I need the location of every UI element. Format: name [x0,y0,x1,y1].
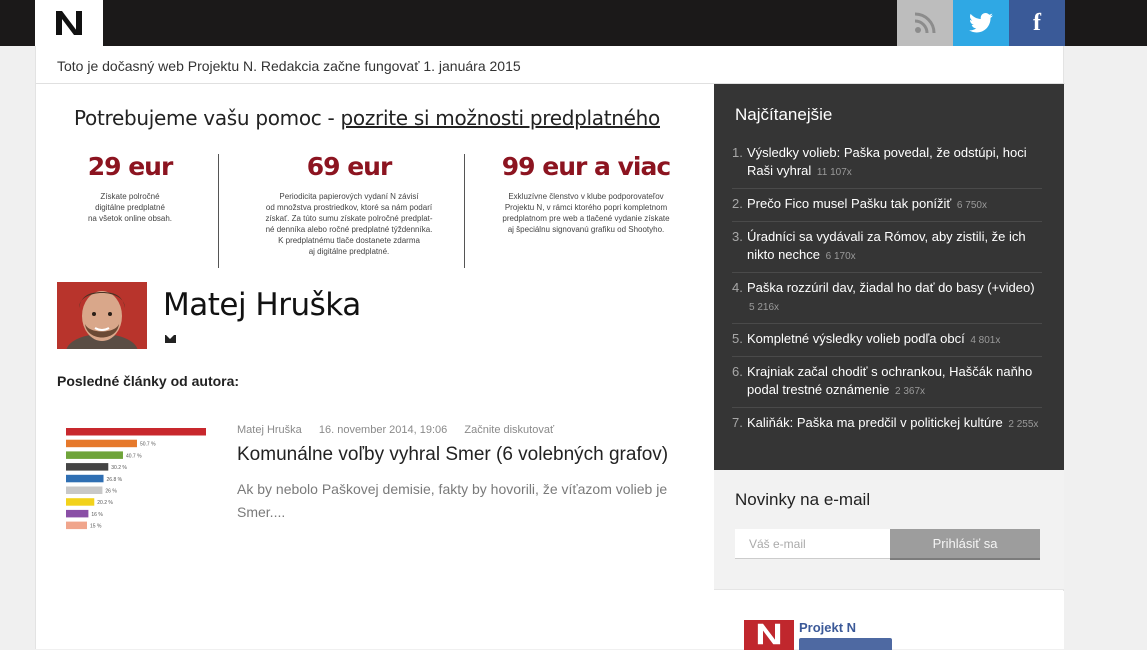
list-item-title[interactable]: Paška rozzúril dav, žiadal ho dať do bas… [747,280,1035,295]
donation-lead: Potrebujeme vašu pomoc - [74,106,341,130]
tier-price: 99 eur a viac [501,152,671,181]
thumb-bar [66,498,95,506]
article-thumbnail[interactable]: 50.7 % 40.7 % 30.2 % 26.8 % 26 % 20.2 % 16 % 15… [65,426,228,534]
tier-divider [218,154,219,268]
top-bar: f [0,0,1147,46]
list-item-title[interactable]: Krajniak začal chodiť s ochrankou, Haščá… [747,364,1032,397]
thumb-bar-label: 26 % [105,489,117,495]
view-count: 6 750x [956,200,987,211]
temporary-site-notice: Toto je dočasný web Projektu N. Redakcia… [36,46,1065,84]
article-excerpt: Ak by nebolo Paškovej demisie, fakty by … [237,481,668,520]
rss-button[interactable] [897,0,953,46]
tier-price: 69 eur [306,152,393,181]
thumb-bar [66,463,109,471]
list-item-title[interactable]: Kaliňák: Paška ma predčil v politickej k… [747,415,1003,430]
thumb-bar-label: 16 % [91,512,103,518]
twitter-bird-icon [969,13,993,33]
subscribe-button[interactable]: Prihlásiť sa [890,529,1040,560]
sidebar: Najčítanejšie 1. Výsledky volieb: Paška p… [714,84,1064,650]
most-read-box: Najčítanejšie 1. Výsledky volieb: Paška p… [714,84,1064,470]
view-count: 2 367x [895,386,926,397]
tier-99[interactable]: 99 eur a viac Exkluzívne členstvo v klub… [476,152,696,235]
tier-description: Získate polročné digitálne predplatné na… [87,192,173,223]
list-item[interactable]: 6. Krajniak začal chodiť s ochrankou, Haš… [732,357,1042,408]
projekt-n-page-logo[interactable] [744,620,794,650]
tier-69[interactable]: 69 eur Periodicita papierových vydaní N … [236,152,462,257]
thumb-bar-label: 15 % [90,524,102,530]
list-item[interactable]: 5. Kompletné výsledky volieb podľa obcí 4… [732,324,1042,357]
thumb-bar-label: 40.7 % [126,453,142,459]
thumb-bar-label: 20.2 % [97,500,113,506]
view-count: 5 216x [749,302,780,313]
facebook-f-icon: f [1033,9,1041,36]
email-field[interactable] [735,529,890,559]
most-read-list: 1. Výsledky volieb: Paška povedal, že ods… [732,138,1042,440]
thumb-bar [66,451,123,459]
thumb-bar [66,439,137,448]
list-item[interactable]: 7. Kaliňák: Paška ma predčil v politickej… [732,408,1042,440]
view-count: 6 170x [825,251,856,262]
list-item-title[interactable]: Úradníci sa vydávali za Rómov, aby zisti… [747,229,1026,262]
facebook-button[interactable]: f [1009,0,1065,46]
article-author[interactable]: Matej Hruška [237,424,302,436]
thumb-bar [66,486,103,494]
newsletter-title: Novinky na e-mail [735,490,871,509]
envelope-icon[interactable] [165,335,176,343]
article-discuss-link[interactable]: Začnite diskutovať [464,424,554,436]
list-item-title[interactable]: Výsledky volieb: Paška povedal, že odstú… [747,145,1027,178]
thumb-bar-label: 26.8 % [107,477,123,483]
thumb-bar [66,428,206,436]
view-count: 4 801x [970,335,1001,346]
thumb-bar [66,474,104,483]
list-item[interactable]: 1. Výsledky volieb: Paška povedal, že ods… [732,138,1042,189]
thumb-bar-label: 30.2 % [111,465,127,471]
rss-icon [914,12,936,34]
tier-price: 29 eur [87,152,174,181]
tier-description: Exkluzívne členstvo v klube podporovateľ… [502,192,670,234]
facebook-page-widget: Projekt N [714,591,1064,650]
thumb-bar-label: 50.7 % [140,442,156,448]
view-count: 11 107x [816,167,852,178]
most-read-title: Najčítanejšie [735,105,833,124]
twitter-button[interactable] [953,0,1009,46]
latest-articles-heading: Posledné články od autora: [57,373,240,389]
tier-description: Periodicita papierových vydaní N závisí … [265,192,433,256]
projekt-n-logo-icon [56,11,82,35]
article-meta: Matej Hruška 16. november 2014, 19:06 Za… [237,424,568,436]
article-date: 16. november 2014, 19:06 [318,424,448,436]
list-item[interactable]: 2. Prečo Fico musel Pašku tak ponížiť 6 7… [732,189,1042,222]
thumb-bar [66,521,87,530]
list-item[interactable]: 3. Úradníci sa vydávali za Rómov, aby zis… [732,222,1042,273]
list-item-title[interactable]: Kompletné výsledky volieb podľa obcí [747,331,965,346]
page-container: Toto je dočasný web Projektu N. Redakcia… [35,46,1065,650]
article-item: 50.7 % 40.7 % 30.2 % 26.8 % 26 % 20.2 % 16 % 15… [57,424,697,544]
article-title[interactable]: Komunálne voľby vyhral Smer (6 volebných… [237,444,668,466]
facebook-page-name[interactable]: Projekt N [799,620,856,635]
facebook-like-button[interactable] [799,638,892,650]
newsletter-box: Novinky na e-mail Prihlásiť sa [714,470,1064,590]
subscription-options-link[interactable]: pozrite si možnosti predplatného [341,106,661,130]
tier-divider [464,154,465,268]
donation-banner-title: Potrebujeme vašu pomoc - pozrite si možn… [74,106,660,130]
list-item-title[interactable]: Prečo Fico musel Pašku tak ponížiť [747,196,951,211]
author-name: Matej Hruška [163,287,361,323]
site-logo[interactable] [35,0,103,46]
view-count: 2 255x [1008,419,1039,430]
author-photo [57,282,147,349]
projekt-n-logo-icon [757,623,781,645]
list-item[interactable]: 4. Paška rozzúril dav, žiadal ho dať do b… [732,273,1042,324]
subscription-tiers: 29 eur Získate polročné digitálne predpl… [56,152,696,270]
tier-29[interactable]: 29 eur Získate polročné digitálne predpl… [56,152,204,224]
thumb-bar [66,509,89,518]
